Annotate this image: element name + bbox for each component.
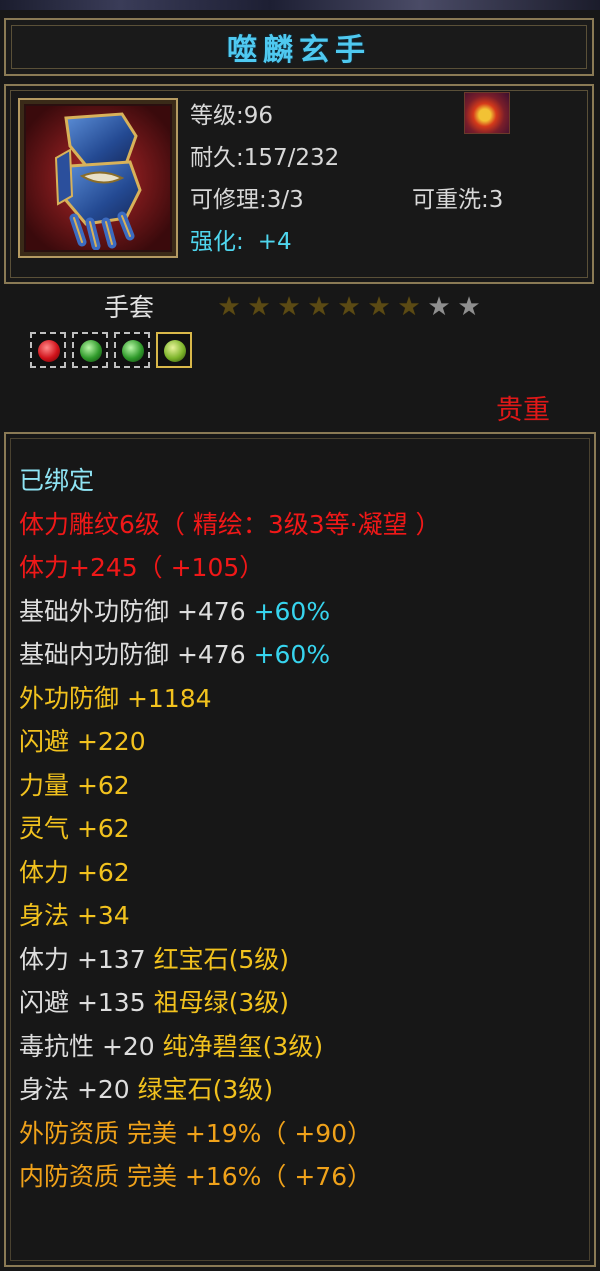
title-bar: 噬麟玄手 — [4, 18, 594, 76]
gauntlet-icon — [18, 98, 178, 258]
star-filled-icon: ★ — [247, 292, 271, 322]
item-name: 噬麟玄手 — [227, 33, 371, 68]
star-filled-icon: ★ — [277, 292, 301, 322]
stamina-line: 体力 +62 — [19, 857, 130, 887]
base-int-def-pct: +60% — [253, 640, 331, 669]
carve-line: 体力雕纹6级（ 精绘：3级3等·凝望 ） — [19, 509, 441, 539]
item-durability: 耐久:157/232 — [190, 145, 340, 171]
jade-gem-icon — [164, 340, 186, 362]
star-rating: ★ ★ ★ ★ ★ ★ ★ ★ ★ — [214, 292, 484, 322]
gem-slots — [30, 332, 192, 368]
stats-list: 已绑定 体力雕纹6级（ 精绘：3级3等·凝望 ） 体力+245（ +105） 基… — [19, 459, 441, 1199]
bound-status: 已绑定 — [19, 466, 95, 495]
green-gem-icon — [80, 340, 102, 362]
gem2-line: 闪避 +135 祖母绿(3级) — [19, 981, 441, 1025]
gem-slot-green[interactable] — [72, 332, 108, 368]
base-int-def-line: 基础内功防御 +476 +60% — [19, 633, 441, 677]
gem2-stat: 闪避 +135 — [19, 988, 146, 1017]
item-tooltip-panel: 噬麟玄手 等级:96 耐久:157/232 可修理:3/3 可重洗:3 强化: … — [0, 0, 600, 1271]
green-gem-icon — [122, 340, 144, 362]
star-filled-icon: ★ — [307, 292, 331, 322]
gem3-line: 毒抗性 +20 纯净碧玺(3级) — [19, 1025, 441, 1069]
red-gem-icon — [38, 340, 60, 362]
quality-int-line: 内防资质 完美 +16%（ +76） — [19, 1162, 373, 1191]
item-level: 等级:96 — [190, 103, 274, 129]
spirit-line: 灵气 +62 — [19, 814, 130, 843]
agility-line: 身法 +34 — [19, 901, 130, 930]
top-decoration — [0, 0, 600, 10]
enhance-value: +4 — [257, 229, 292, 255]
star-filled-icon: ★ — [367, 292, 391, 322]
gem4-stat: 身法 +20 — [19, 1075, 130, 1104]
item-category: 手套 — [104, 293, 155, 322]
gem-slot-green[interactable] — [114, 332, 150, 368]
gem2-name: 祖母绿(3级) — [153, 988, 289, 1017]
quality-ext-line: 外防资质 完美 +19%（ +90） — [19, 1118, 373, 1148]
gem1-stat: 体力 +137 — [19, 944, 146, 974]
item-info-box: 等级:96 耐久:157/232 可修理:3/3 可重洗:3 强化: +4 — [4, 84, 594, 284]
gem4-line: 身法 +20 绿宝石(3级) — [19, 1068, 441, 1112]
gem1-name: 红宝石(5级) — [153, 944, 289, 974]
item-enhance: 强化: +4 — [190, 222, 292, 256]
star-filled-icon: ★ — [397, 292, 421, 322]
item-rewash: 可重洗:3 — [412, 187, 504, 213]
star-empty-icon: ★ — [427, 292, 451, 322]
base-int-def-value: 基础内功防御 +476 — [19, 640, 246, 669]
base-ext-def-pct: +60% — [253, 596, 331, 626]
gem4-name: 绿宝石(3级) — [137, 1075, 274, 1104]
strength-line: 力量 +62 — [19, 770, 130, 800]
gem1-line: 体力 +137 红宝石(5级) — [19, 938, 441, 982]
stamina-main-line: 体力+245（ +105） — [19, 553, 265, 582]
base-ext-def-value: 基础外功防御 +476 — [19, 596, 246, 626]
gem3-name: 纯净碧玺(3级) — [162, 1031, 324, 1061]
enhance-label: 强化: — [190, 229, 244, 255]
gem-slot-jade[interactable] — [156, 332, 192, 368]
item-repairable: 可修理:3/3 — [190, 187, 304, 213]
base-ext-def-line: 基础外功防御 +476 +60% — [19, 590, 441, 634]
gem-slot-red[interactable] — [30, 332, 66, 368]
gem3-stat: 毒抗性 +20 — [19, 1031, 155, 1061]
dodge-line: 闪避 +220 — [19, 727, 146, 756]
ext-def-line: 外功防御 +1184 — [19, 683, 212, 713]
rarity-label: 贵重 — [496, 395, 550, 426]
star-filled-icon: ★ — [337, 292, 361, 322]
star-empty-icon: ★ — [457, 292, 481, 322]
star-filled-icon: ★ — [217, 292, 241, 322]
flame-skill-icon[interactable] — [464, 92, 510, 134]
